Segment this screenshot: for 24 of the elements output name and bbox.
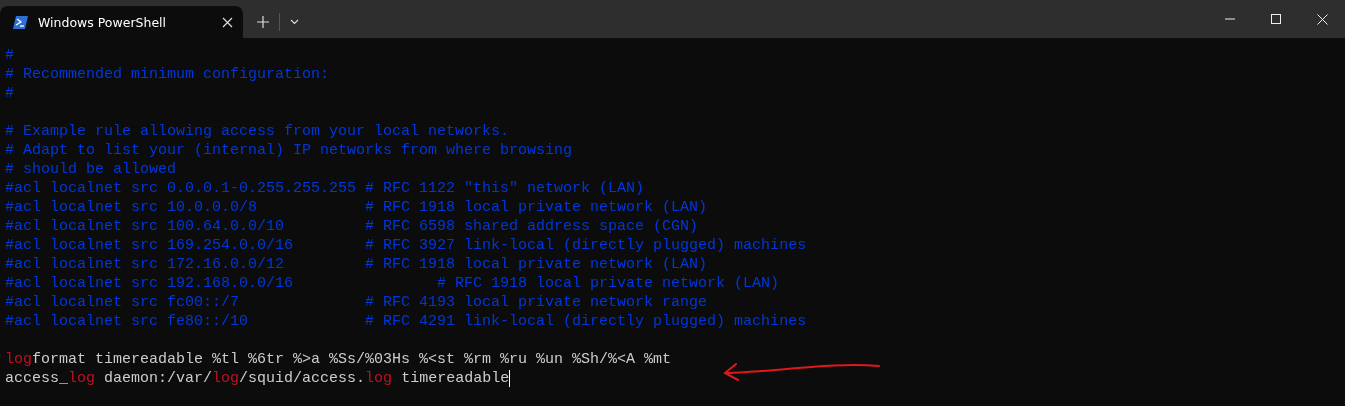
code-line: # Example rule allowing access from your local networks.	[5, 122, 510, 141]
maximize-icon[interactable]	[1271, 14, 1281, 24]
code-line: #acl localnet src fe80::/10 # RFC 4291 link-local (directly plugged) machines	[5, 312, 807, 331]
code-line: # should be allowed	[5, 160, 177, 179]
code-line: #acl localnet src 192.168.0.0/16 # RFC 1918 local private network (LAN)	[5, 274, 780, 293]
code-line: #acl localnet src 10.0.0.0/8 # RFC 1918 local private network (LAN)	[5, 198, 708, 217]
code-line: #	[5, 46, 14, 65]
chevron-down-icon[interactable]	[290, 19, 299, 25]
close-icon[interactable]	[1316, 13, 1328, 25]
close-icon[interactable]	[222, 16, 233, 28]
tab-title: Windows PowerShell	[38, 14, 168, 30]
code-line: # Recommended minimum configuration:	[5, 65, 330, 84]
powershell-icon	[13, 15, 28, 29]
code-line: #	[5, 84, 14, 103]
code-line: #acl localnet src 100.64.0.0/10 # RFC 6598 shared address space (CGN)	[5, 217, 699, 236]
code-line: #acl localnet src fc00::/7 # RFC 4193 local private network range	[5, 293, 708, 312]
code-line: logformat timereadable %tl %6tr %>a %Ss/%03Hs %<st %rm %ru %un %Sh/%<A %mt	[5, 350, 672, 369]
plus-icon[interactable]	[257, 16, 269, 28]
code-line: #acl localnet src 0.0.0.1-0.255.255.255 # RFC 1122 "this" network (LAN)	[5, 179, 645, 198]
terminal-tab[interactable]: Windows PowerShell	[0, 6, 243, 38]
code-line: # Adapt to list your (internal) IP networks from where browsing	[5, 141, 573, 160]
code-line: #acl localnet src 169.254.0.0/16 # RFC 3927 link-local (directly plugged) machines	[5, 236, 807, 255]
code-line: access_log daemon:/var/log/squid/access.log timereadable	[5, 369, 510, 388]
code-line: #acl localnet src 172.16.0.0/12 # RFC 1918 local private network (LAN)	[5, 255, 708, 274]
